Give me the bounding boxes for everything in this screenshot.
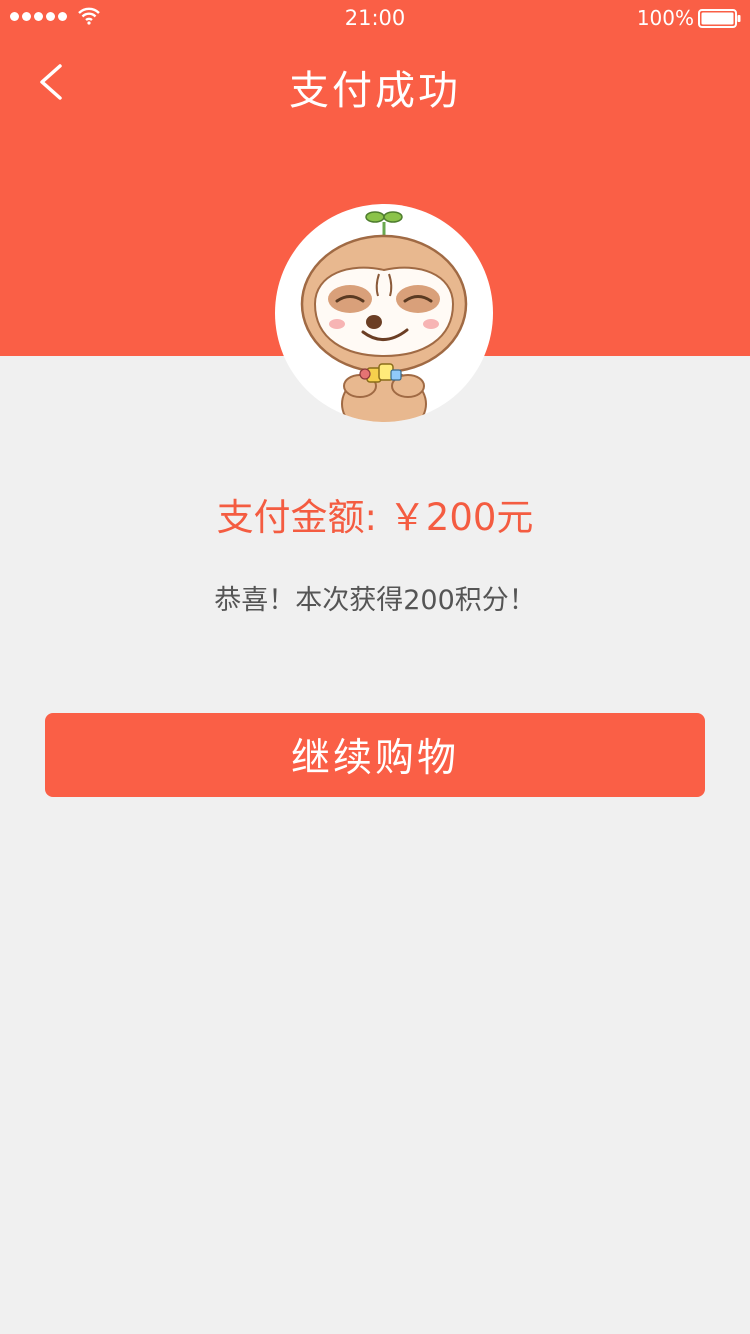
- battery-icon: [698, 9, 741, 28]
- payment-amount: 支付金额: ￥200元: [216, 496, 534, 539]
- battery-percent: 100%: [636, 6, 694, 30]
- page-title: 支付成功: [289, 68, 461, 114]
- avatar: [275, 204, 493, 422]
- reward-message: 恭喜！本次获得200积分！: [214, 585, 536, 616]
- continue-shopping-label: 继续购物: [290, 736, 459, 781]
- status-bar: 21:00 100%: [0, 0, 750, 36]
- continue-shopping-button[interactable]: 继续购物: [45, 713, 705, 797]
- sloth-mascot-icon: [300, 211, 468, 422]
